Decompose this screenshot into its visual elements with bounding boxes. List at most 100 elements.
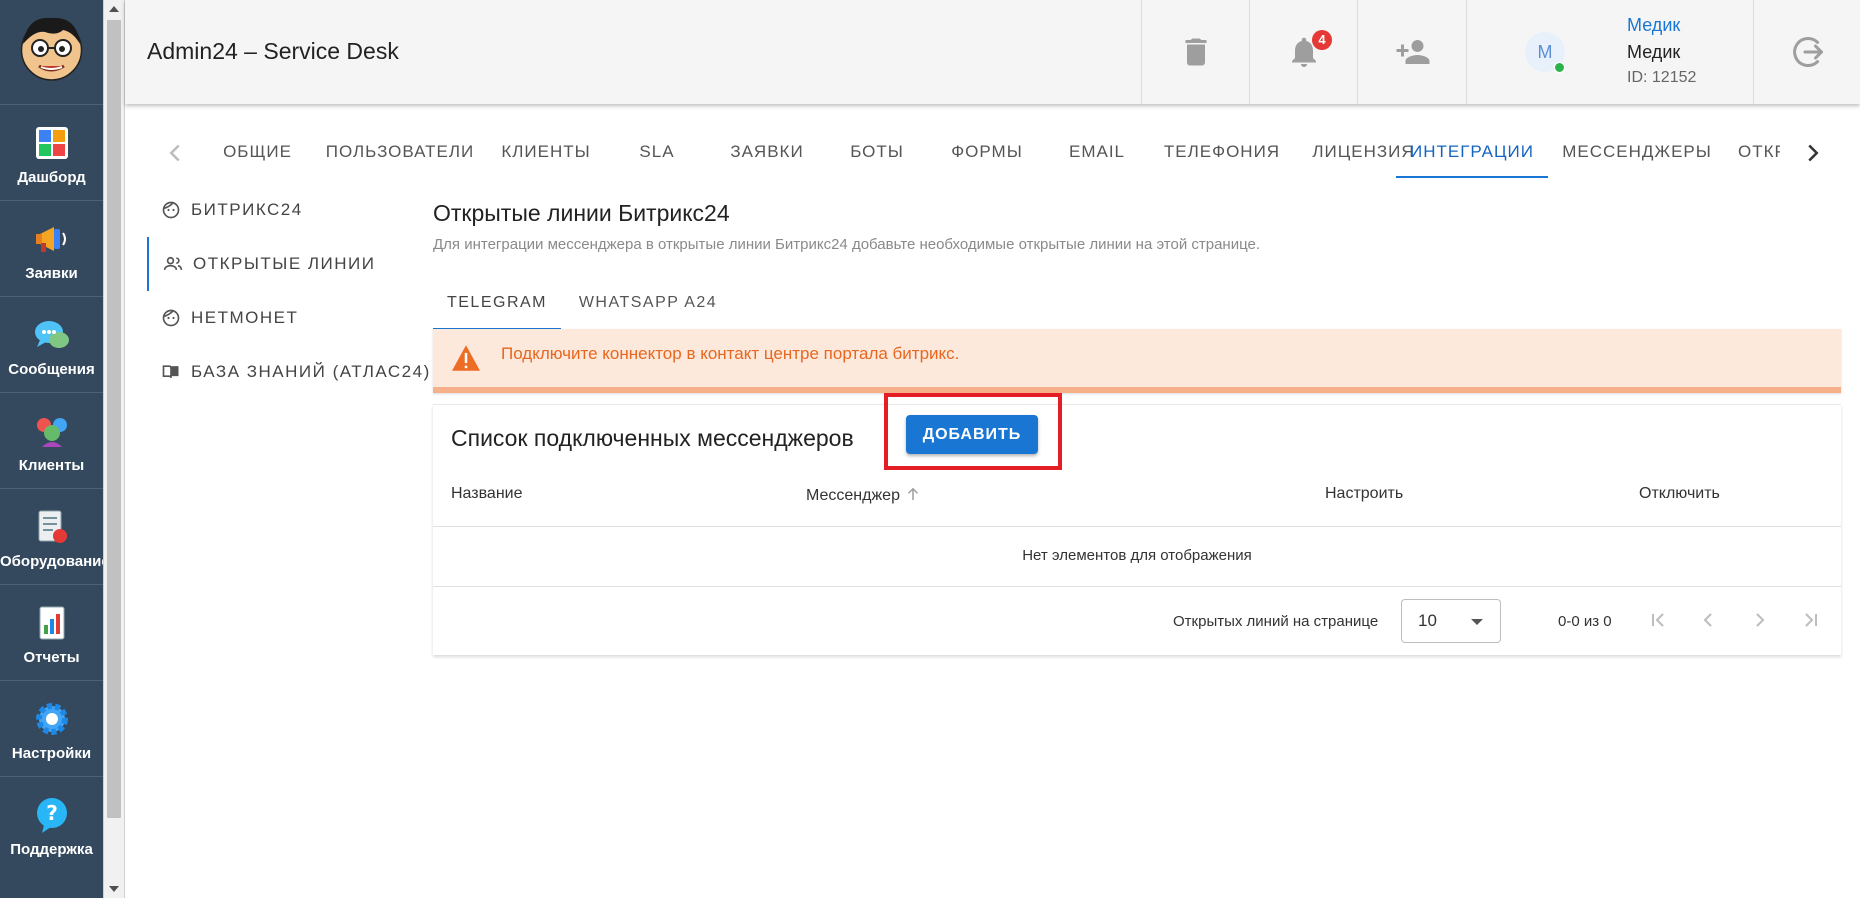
divider bbox=[433, 526, 1841, 527]
chevron-right-icon[interactable] bbox=[1798, 138, 1828, 168]
page-title: Открытые линии Битрикс24 bbox=[433, 200, 730, 226]
sidebar-item-label: Поддержка bbox=[10, 841, 93, 858]
divider bbox=[124, 0, 125, 898]
pagination-range: 0-0 из 0 bbox=[1558, 613, 1612, 630]
sort-arrow-up-icon bbox=[908, 487, 919, 500]
sidebar-item-label: Оборудование bbox=[0, 553, 110, 570]
chevron-left-icon bbox=[1703, 613, 1712, 627]
column-header-messenger[interactable]: Мессенджер bbox=[806, 485, 922, 505]
megaphone-icon bbox=[35, 227, 66, 252]
subnav-bitrix24[interactable]: БИТРИКС24 bbox=[147, 183, 417, 237]
sidebar-item-clients[interactable]: Клиенты bbox=[0, 392, 103, 489]
page-scrollbar[interactable] bbox=[103, 0, 124, 898]
scroll-down-icon[interactable] bbox=[109, 886, 119, 892]
help-icon: ? bbox=[36, 798, 67, 833]
chevron-down-icon bbox=[1471, 619, 1483, 625]
svg-text:?: ? bbox=[46, 801, 58, 825]
column-header-configure[interactable]: Настроить bbox=[1325, 485, 1403, 503]
tab-whatsapp[interactable]: WHATSAPP A24 bbox=[561, 278, 735, 328]
subnav-open-lines[interactable]: ОТКРЫТЫЕ ЛИНИИ bbox=[147, 237, 419, 291]
rows-per-page-select[interactable]: 10 bbox=[1401, 599, 1501, 643]
sidebar-item-label: Сообщения bbox=[8, 361, 95, 378]
sidebar-item-support[interactable]: ? Поддержка bbox=[0, 776, 103, 873]
notifications-button[interactable]: 4 bbox=[1249, 0, 1358, 104]
warning-icon bbox=[452, 345, 480, 371]
last-page-button[interactable] bbox=[1794, 603, 1828, 637]
tab-telephony[interactable]: ТЕЛЕФОНИЯ bbox=[1152, 128, 1292, 176]
subnav-label: БИТРИКС24 bbox=[191, 200, 303, 219]
column-header-name[interactable]: Название bbox=[451, 485, 523, 503]
table-title: Список подключенных мессенджеров bbox=[451, 425, 854, 451]
first-page-icon bbox=[1652, 613, 1664, 627]
column-header-disconnect[interactable]: Отключить bbox=[1639, 485, 1720, 503]
scroll-thumb[interactable] bbox=[107, 20, 121, 818]
subnav-knowledge-base[interactable]: БАЗА ЗНАНИЙ (АТЛАС24) bbox=[147, 345, 429, 399]
divider bbox=[433, 586, 1841, 587]
sidebar-item-dashboard[interactable]: Дашборд bbox=[0, 104, 103, 201]
tab-forms[interactable]: ФОРМЫ bbox=[932, 128, 1042, 176]
column-header-label: Мессенджер bbox=[806, 487, 900, 504]
sidebar-item-label: Дашборд bbox=[17, 169, 86, 186]
chevron-left-icon[interactable] bbox=[160, 138, 190, 168]
sidebar-item-label: Отчеты bbox=[23, 649, 80, 666]
alert-text: Подключите коннектор в контакт центре по… bbox=[501, 344, 960, 363]
sidebar-item-messages[interactable]: Сообщения bbox=[0, 296, 103, 393]
sidebar: Дашборд Заявки Сообщения Клиенты Оборудо… bbox=[0, 0, 110, 898]
previous-page-button[interactable] bbox=[1691, 603, 1725, 637]
subnav-label: НЕТМОНЕТ bbox=[191, 308, 299, 327]
last-page-icon bbox=[1805, 613, 1817, 627]
tab-telegram[interactable]: TELEGRAM bbox=[433, 278, 561, 330]
notification-badge: 4 bbox=[1312, 30, 1332, 50]
sidebar-item-equipment[interactable]: Оборудование bbox=[0, 488, 110, 585]
reports-icon bbox=[39, 606, 64, 640]
clients-icon bbox=[36, 418, 67, 447]
book-icon bbox=[162, 365, 179, 378]
app-title: Admin24 – Service Desk bbox=[147, 38, 399, 64]
user-name: Медик bbox=[1627, 42, 1681, 62]
equipment-icon bbox=[38, 510, 67, 543]
empty-message: Нет элементов для отображения bbox=[1022, 547, 1252, 564]
trash-icon bbox=[1185, 38, 1207, 66]
add-button[interactable]: ДОБАВИТЬ bbox=[906, 415, 1038, 454]
tab-messengers[interactable]: МЕССЕНДЖЕРЫ bbox=[1548, 128, 1726, 176]
tab-integrations[interactable]: ИНТЕГРАЦИИ bbox=[1396, 128, 1548, 178]
warning-alert: Подключите коннектор в контакт центре по… bbox=[433, 329, 1841, 393]
add-user-button[interactable] bbox=[1357, 0, 1466, 104]
sidebar-item-settings[interactable]: Настройки bbox=[0, 680, 103, 777]
face-icon bbox=[162, 201, 180, 219]
face-icon bbox=[162, 309, 180, 327]
online-status-dot bbox=[1554, 62, 1565, 73]
dashboard-icon bbox=[35, 127, 68, 159]
rows-per-page-value: 10 bbox=[1418, 611, 1437, 630]
user-profile[interactable]: M Медик Медик ID: 12152 bbox=[1466, 0, 1754, 104]
add-user-icon bbox=[1396, 40, 1430, 64]
tab-open-lines[interactable]: ОТКР bbox=[1738, 128, 1780, 176]
tab-users[interactable]: ПОЛЬЗОВАТЕЛИ bbox=[310, 128, 490, 176]
trash-button[interactable] bbox=[1141, 0, 1250, 104]
logout-button[interactable] bbox=[1753, 0, 1860, 104]
next-page-button[interactable] bbox=[1743, 603, 1777, 637]
subnav-label: ОТКРЫТЫЕ ЛИНИИ bbox=[193, 254, 376, 273]
user-profile-link[interactable]: Медик bbox=[1627, 15, 1680, 36]
tab-sla[interactable]: SLA bbox=[602, 128, 712, 176]
sidebar-item-tickets[interactable]: Заявки bbox=[0, 200, 103, 297]
tab-bots[interactable]: БОТЫ bbox=[822, 128, 932, 176]
first-page-button[interactable] bbox=[1641, 603, 1675, 637]
subnav-netmonet[interactable]: НЕТМОНЕТ bbox=[147, 291, 417, 345]
tab-general[interactable]: ОБЩИЕ bbox=[205, 128, 310, 176]
gear-icon bbox=[35, 703, 68, 735]
avatar-logo bbox=[20, 17, 83, 81]
sidebar-item-reports[interactable]: Отчеты bbox=[0, 584, 103, 681]
sidebar-item-label: Клиенты bbox=[18, 457, 85, 474]
chat-icon bbox=[34, 321, 69, 348]
tab-tickets[interactable]: ЗАЯВКИ bbox=[712, 128, 822, 176]
people-icon bbox=[163, 256, 183, 270]
scroll-up-icon[interactable] bbox=[109, 6, 119, 12]
subnav-label: БАЗА ЗНАНИЙ (АТЛАС24) bbox=[191, 362, 431, 381]
settings-tabs: ОБЩИЕ ПОЛЬЗОВАТЕЛИ КЛИЕНТЫ SLA ЗАЯВКИ БО… bbox=[155, 128, 1830, 178]
messengers-table-card: Список подключенных мессенджеров ДОБАВИТ… bbox=[433, 393, 1841, 655]
tab-clients[interactable]: КЛИЕНТЫ bbox=[490, 128, 602, 176]
sidebar-item-label: Заявки bbox=[25, 265, 78, 282]
chevron-right-icon bbox=[1756, 613, 1765, 627]
tab-email[interactable]: EMAIL bbox=[1042, 128, 1152, 176]
